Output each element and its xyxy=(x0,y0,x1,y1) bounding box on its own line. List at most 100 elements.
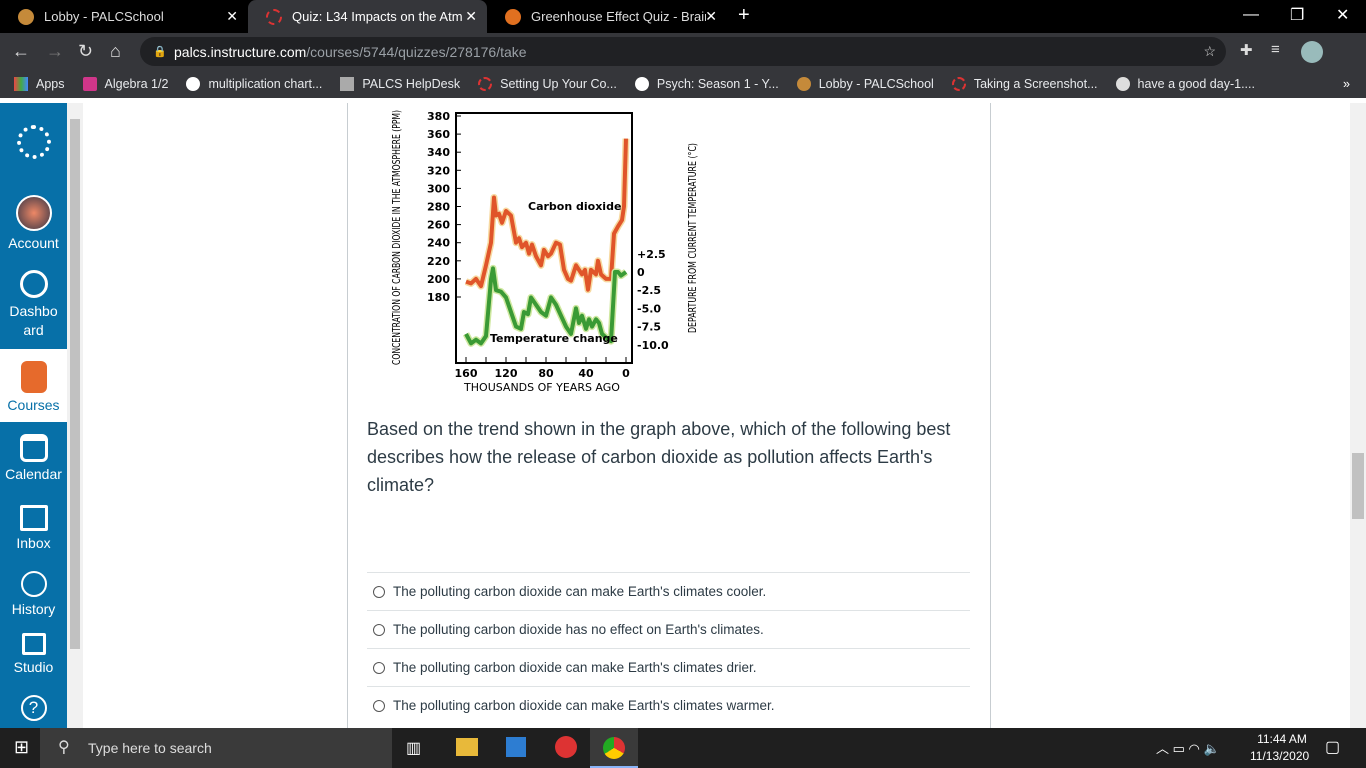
new-tab-button[interactable]: + xyxy=(738,4,750,27)
tab-title: Greenhouse Effect Quiz - BrainPO xyxy=(531,9,706,24)
close-window-button[interactable]: ✕ xyxy=(1336,5,1349,25)
answer-option[interactable]: The polluting carbon dioxide can make Ea… xyxy=(367,648,970,686)
nav-courses[interactable]: Courses xyxy=(0,349,67,422)
y-axis-label: CONCENTRATION OF CARBON DIOXIDE IN THE A… xyxy=(391,110,403,365)
address-bar[interactable]: 🔒 palcs.instructure.com/courses/5744/quiz… xyxy=(140,37,1226,66)
bookmark-label: multiplication chart... xyxy=(208,77,323,91)
global-navigation: Account Dashboard Courses Calendar Inbox… xyxy=(0,103,67,728)
google-icon xyxy=(186,77,201,91)
bookmark-lobby[interactable]: Lobby - PALCSchool xyxy=(796,77,934,91)
y2-tick-label: -2.5 xyxy=(637,284,661,297)
nav-label: Calendar xyxy=(5,466,62,482)
bookmark-screenshot[interactable]: Taking a Screenshot... xyxy=(951,77,1098,91)
y-tick-label: 240 xyxy=(427,237,450,250)
bookmark-helpdesk[interactable]: PALCS HelpDesk xyxy=(340,77,460,91)
canvas-icon xyxy=(951,77,966,91)
task-view-icon[interactable]: ▥ xyxy=(406,738,421,758)
tab-title: Quiz: L34 Impacts on the Atmosp xyxy=(292,9,462,24)
calculator-icon[interactable] xyxy=(506,737,526,757)
page-scrollbar[interactable] xyxy=(1350,103,1366,728)
radio-button[interactable] xyxy=(373,661,385,674)
screen-recorder-icon[interactable] xyxy=(555,736,577,758)
home-button[interactable]: ⌂ xyxy=(110,41,121,62)
clock-time[interactable]: 11:44 AM xyxy=(1252,732,1312,746)
back-button[interactable]: ← xyxy=(12,41,30,62)
y2-tick-label: +2.5 xyxy=(637,248,666,261)
nav-dashboard[interactable]: Dashboard xyxy=(0,270,67,340)
bookmark-psych[interactable]: Psych: Season 1 - Y... xyxy=(634,77,779,91)
y-tick-label: 360 xyxy=(427,128,450,141)
nav-history[interactable]: History xyxy=(0,571,67,617)
answer-label[interactable]: The polluting carbon dioxide can make Ea… xyxy=(393,584,766,599)
y2-tick-label: -5.0 xyxy=(637,302,661,315)
y-tick-label: 340 xyxy=(427,146,450,159)
bookmark-icon xyxy=(82,77,97,91)
bookmark-setting-up[interactable]: Setting Up Your Co... xyxy=(478,77,617,91)
y-tick-label: 200 xyxy=(427,273,450,286)
nav-studio[interactable]: Studio xyxy=(0,633,67,675)
y2-tick-label: 0 xyxy=(637,266,645,279)
bookmark-multiplication[interactable]: multiplication chart... xyxy=(186,77,322,91)
radio-button[interactable] xyxy=(373,699,385,712)
bookmark-label: PALCS HelpDesk xyxy=(362,77,461,91)
help-button[interactable]: ? xyxy=(0,695,67,725)
notifications-icon[interactable]: ▢ xyxy=(1325,737,1340,757)
clock-date[interactable]: 11/13/2020 xyxy=(1250,749,1309,763)
tab-lobby[interactable]: Lobby - PALCSchool ✕ xyxy=(0,0,248,33)
y-tick-label: 220 xyxy=(427,255,450,268)
media-icon[interactable]: ≡ xyxy=(1271,41,1280,58)
minimize-button[interactable]: — xyxy=(1243,6,1259,24)
restore-button[interactable]: ❐ xyxy=(1290,5,1304,25)
radio-button[interactable] xyxy=(373,623,385,636)
nav-inbox[interactable]: Inbox xyxy=(0,505,67,551)
canvas-logo[interactable] xyxy=(0,125,67,163)
answer-label[interactable]: The polluting carbon dioxide can make Ea… xyxy=(393,698,775,713)
y2-tick-label: -10.0 xyxy=(637,339,669,352)
y2-tick-label: -7.5 xyxy=(637,321,661,334)
globe-icon xyxy=(1115,77,1130,91)
bookmark-good-day[interactable]: have a good day-1.... xyxy=(1115,77,1255,91)
profile-avatar[interactable] xyxy=(1301,41,1323,63)
tab-quiz[interactable]: Quiz: L34 Impacts on the Atmosp✕ xyxy=(248,0,487,33)
search-placeholder: Type here to search xyxy=(88,740,212,756)
answer-option[interactable]: The polluting carbon dioxide has no effe… xyxy=(367,610,970,648)
taskbar-search-box[interactable]: ⚲ Type here to search xyxy=(40,728,392,768)
tab-brainpop[interactable]: Greenhouse Effect Quiz - BrainPO✕ xyxy=(487,0,727,33)
windows-start-icon[interactable]: ⊞ xyxy=(14,737,29,758)
nav-account[interactable]: Account xyxy=(0,195,67,251)
tab-strip: Lobby - PALCSchool ✕ Quiz: L34 Impacts on… xyxy=(0,0,1366,33)
x-tick-label: 120 xyxy=(495,367,518,380)
radio-button[interactable] xyxy=(373,585,385,598)
file-explorer-icon[interactable] xyxy=(456,738,478,756)
bookmark-label: have a good day-1.... xyxy=(1137,77,1255,91)
x-tick-label: 0 xyxy=(622,367,630,380)
answer-label[interactable]: The polluting carbon dioxide has no effe… xyxy=(393,622,764,637)
y-tick-label: 320 xyxy=(427,164,450,177)
bookmarks-bar: Apps Algebra 1/2 multiplication chart...… xyxy=(0,70,1366,98)
answer-option[interactable]: The polluting carbon dioxide can make Ea… xyxy=(367,572,970,610)
close-tab-icon[interactable]: ✕ xyxy=(465,8,477,25)
answer-label[interactable]: The polluting carbon dioxide can make Ea… xyxy=(393,660,757,675)
system-tray-icons[interactable]: ︿ ▭ ◠ 🔈 xyxy=(1156,738,1220,757)
apps-icon xyxy=(14,77,28,91)
bookmark-label: Setting Up Your Co... xyxy=(500,77,617,91)
co2-temperature-chart: 380 360 340 320 300 280 260 240 220 200 180 +2.5 0 -… xyxy=(391,110,699,394)
nav-label: Dashboard xyxy=(9,303,58,338)
scrollbar-thumb[interactable] xyxy=(70,119,80,649)
nav-scrollbar[interactable] xyxy=(67,103,83,728)
bookmark-apps[interactable]: Apps xyxy=(14,77,65,91)
close-tab-icon[interactable]: ✕ xyxy=(226,8,238,25)
reload-button[interactable]: ↻ xyxy=(78,41,93,62)
extensions-icon[interactable]: ✚ xyxy=(1240,41,1253,59)
nav-label: Courses xyxy=(7,397,60,413)
bookmark-star-icon[interactable]: ☆ xyxy=(1203,43,1216,60)
forward-button[interactable]: → xyxy=(46,41,64,62)
nav-calendar[interactable]: Calendar xyxy=(0,434,67,482)
chrome-taskbar-button[interactable] xyxy=(590,728,638,768)
dashboard-icon xyxy=(19,270,48,298)
close-tab-icon[interactable]: ✕ xyxy=(705,8,717,25)
answer-option[interactable]: The polluting carbon dioxide can make Ea… xyxy=(367,686,970,724)
scrollbar-thumb[interactable] xyxy=(1352,453,1364,519)
more-bookmarks-icon[interactable]: » xyxy=(1343,77,1350,91)
bookmark-algebra[interactable]: Algebra 1/2 xyxy=(82,77,168,91)
